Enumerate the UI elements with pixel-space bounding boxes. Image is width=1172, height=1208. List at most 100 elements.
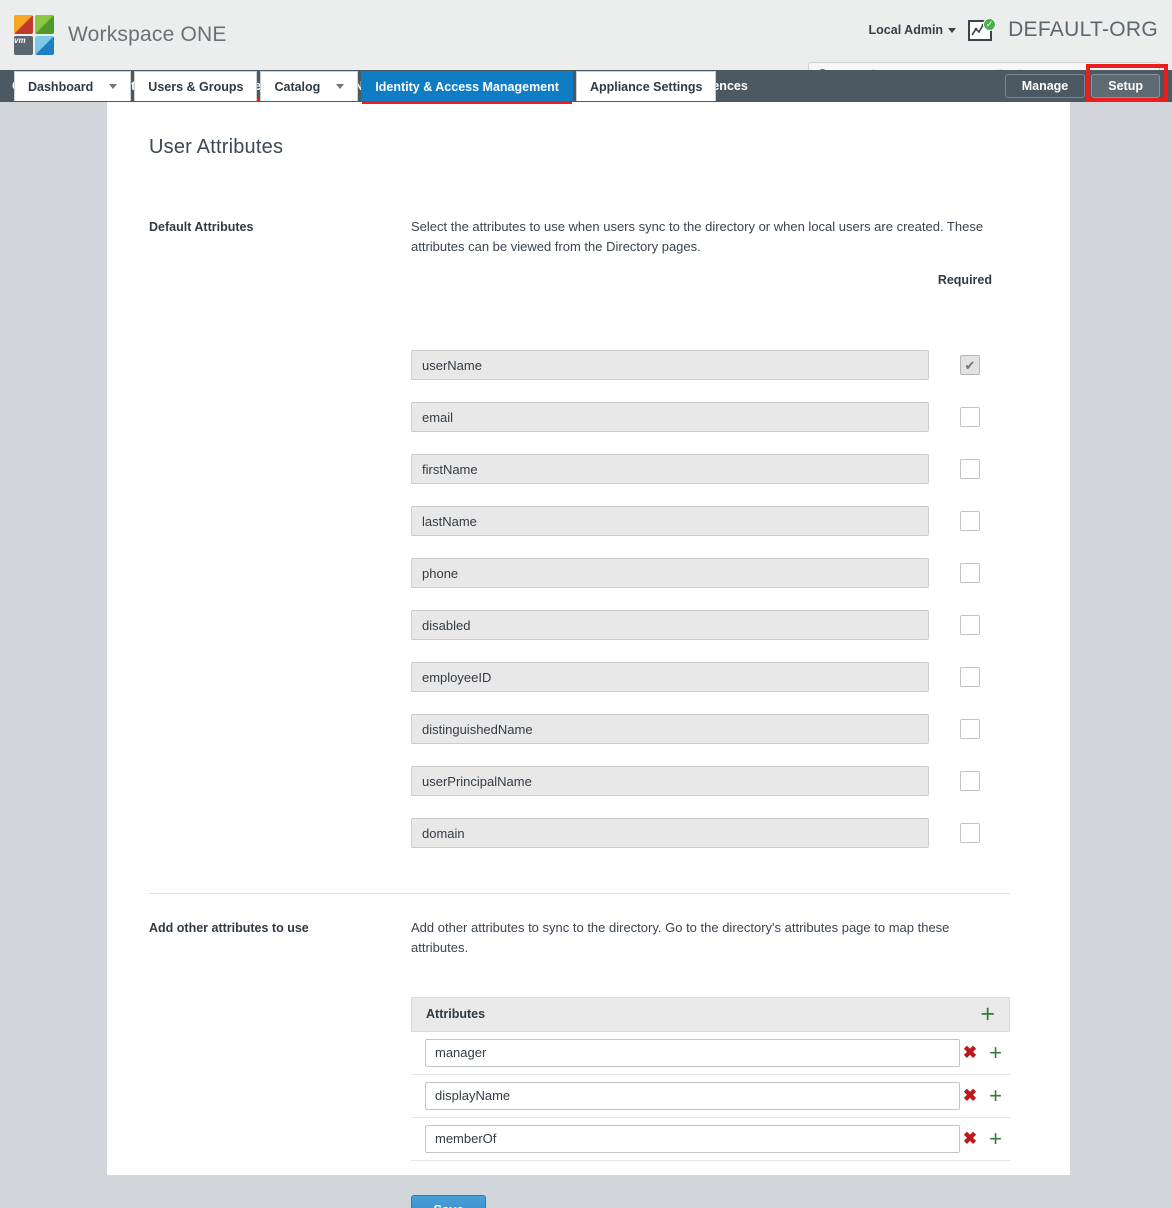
required-checkbox[interactable]	[960, 355, 980, 376]
attribute-required-cell	[960, 667, 980, 688]
chevron-down-icon	[948, 27, 957, 33]
custom-attribute-field[interactable]: displayName	[425, 1081, 960, 1110]
tab-appliance-settings-label: Appliance Settings	[589, 79, 703, 94]
attribute-name-field[interactable]: userName	[411, 350, 929, 381]
org-status-icon: ✓	[968, 18, 997, 42]
section-divider	[149, 893, 1010, 895]
attribute-row: userPrincipalName	[411, 755, 1010, 807]
logo-tile-orange	[14, 14, 33, 34]
default-attributes-label: Default Attributes	[149, 220, 254, 234]
page-background: User Attributes Default Attributes Selec…	[0, 102, 1172, 1208]
local-admin-menu[interactable]: Local Admin	[869, 23, 957, 37]
other-attributes-section: Add other attributes to use Add other at…	[149, 918, 1010, 1208]
add-attribute-icon[interactable]: +	[989, 1041, 1002, 1064]
attribute-required-cell	[960, 771, 980, 792]
required-column-header: Required	[937, 273, 992, 287]
attribute-row: email	[411, 391, 1010, 443]
add-attribute-icon[interactable]: +	[989, 1127, 1002, 1150]
tab-identity-access-management-label: Identity & Access Management	[375, 79, 559, 94]
attribute-name-field[interactable]: email	[411, 402, 929, 433]
org-name: DEFAULT-ORG	[1008, 18, 1158, 41]
required-checkbox[interactable]	[960, 719, 980, 740]
required-checkbox[interactable]	[960, 563, 980, 584]
custom-attribute-row: memberOf ✖ +	[411, 1118, 1010, 1161]
brand: vm Workspace ONE	[14, 14, 227, 56]
tab-appliance-settings[interactable]: Appliance Settings	[575, 71, 717, 101]
required-checkbox[interactable]	[960, 823, 980, 844]
required-checkbox[interactable]	[960, 667, 980, 688]
attribute-name-field[interactable]: userPrincipalName	[411, 766, 929, 797]
attribute-row: lastName	[411, 495, 1010, 547]
remove-attribute-icon[interactable]: ✖	[963, 1044, 977, 1061]
attribute-required-cell	[960, 823, 980, 844]
remove-attribute-icon[interactable]: ✖	[963, 1087, 977, 1104]
add-attribute-icon[interactable]: +	[989, 1084, 1002, 1107]
attribute-name-field[interactable]: disabled	[411, 610, 929, 641]
default-attributes-body: Select the attributes to use when users …	[329, 217, 1010, 859]
chevron-down-icon	[109, 84, 118, 89]
required-checkbox[interactable]	[960, 511, 980, 532]
local-admin-label: Local Admin	[868, 23, 944, 37]
tab-identity-access-management[interactable]: Identity & Access Management	[361, 71, 573, 104]
required-checkbox[interactable]	[960, 459, 980, 480]
required-checkbox[interactable]	[960, 407, 980, 428]
attributes-table-header-label: Attributes	[426, 1007, 486, 1022]
app-header: vm Workspace ONE Local Admin ✓ DEFAULT-O…	[0, 0, 1172, 104]
attribute-required-cell	[960, 355, 980, 376]
default-attributes-description: Select the attributes to use when users …	[411, 219, 984, 255]
attribute-row: domain	[411, 807, 1010, 859]
tab-dashboard[interactable]: Dashboard	[14, 71, 132, 101]
attribute-name-field[interactable]: distinguishedName	[411, 714, 929, 745]
workspace-one-logo-icon: vm	[14, 14, 54, 56]
required-checkbox[interactable]	[960, 615, 980, 636]
other-attributes-label: Add other attributes to use	[149, 921, 309, 936]
attribute-row: firstName	[411, 443, 1010, 495]
attribute-row: phone	[411, 547, 1010, 599]
tab-catalog-label: Catalog	[274, 79, 321, 94]
attribute-required-cell	[960, 563, 980, 584]
custom-attribute-field[interactable]: memberOf	[425, 1124, 960, 1153]
attribute-name-field[interactable]: domain	[411, 818, 929, 849]
subnav-actions: Manage Setup	[1004, 74, 1160, 98]
content-panel: User Attributes Default Attributes Selec…	[107, 102, 1070, 1208]
setup-button[interactable]: Setup	[1091, 74, 1160, 98]
logo-tile-vmware: vm	[14, 35, 33, 55]
annotation-underline-identity	[362, 101, 572, 104]
add-attribute-icon[interactable]: +	[980, 1001, 995, 1027]
attributes-table-header: Attributes +	[411, 996, 1010, 1032]
manage-button[interactable]: Manage	[1004, 74, 1086, 98]
tab-users-groups-label: Users & Groups	[148, 79, 244, 94]
attribute-row: distinguishedName	[411, 703, 1010, 755]
attribute-name-field[interactable]: lastName	[411, 506, 929, 537]
tab-dashboard-label: Dashboard	[28, 79, 94, 94]
attribute-name-field[interactable]: firstName	[411, 454, 929, 485]
remove-attribute-icon[interactable]: ✖	[963, 1130, 977, 1147]
custom-attribute-row: manager ✖ +	[411, 1032, 1010, 1075]
chevron-down-icon	[336, 84, 345, 89]
brand-title: Workspace ONE	[68, 23, 227, 46]
attribute-required-cell	[960, 719, 980, 740]
attribute-row: disabled	[411, 599, 1010, 651]
attribute-row: employeeID	[411, 651, 1010, 703]
custom-attribute-row: displayName ✖ +	[411, 1075, 1010, 1118]
other-attributes-description: Add other attributes to sync to the dire…	[411, 920, 950, 956]
attribute-required-cell	[960, 511, 980, 532]
save-button[interactable]: Save	[411, 1194, 486, 1208]
required-checkbox[interactable]	[960, 771, 980, 792]
logo-tile-blue	[35, 35, 54, 55]
save-row: Save	[411, 1194, 1010, 1208]
custom-attribute-actions: ✖ +	[963, 1084, 1010, 1107]
tab-catalog[interactable]: Catalog	[260, 71, 359, 101]
primary-tab-bar: Dashboard Users & Groups Catalog Identit…	[14, 71, 717, 104]
logo-tile-green	[35, 14, 54, 34]
check-badge-icon: ✓	[983, 18, 997, 31]
custom-attribute-field[interactable]: manager	[425, 1038, 960, 1067]
tab-users-groups[interactable]: Users & Groups	[134, 71, 258, 101]
custom-attribute-actions: ✖ +	[963, 1127, 1010, 1150]
other-attributes-body: Add other attributes to sync to the dire…	[329, 918, 1010, 1208]
attribute-name-field[interactable]: employeeID	[411, 662, 929, 693]
attribute-required-cell	[960, 615, 980, 636]
attribute-name-field[interactable]: phone	[411, 558, 929, 589]
attribute-required-cell	[960, 459, 980, 480]
default-attributes-section: Default Attributes Select the attributes…	[149, 217, 1010, 859]
